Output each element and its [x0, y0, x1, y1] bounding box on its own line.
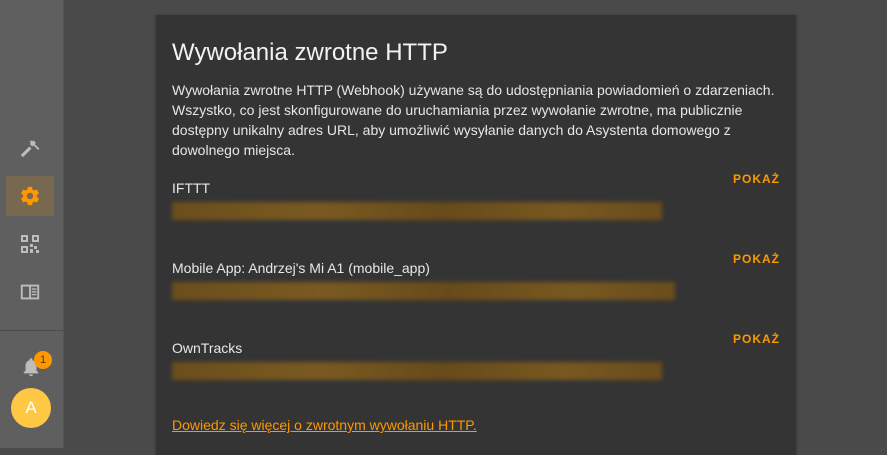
sidebar-item-qr[interactable]	[6, 224, 54, 264]
webhook-name: OwnTracks	[172, 340, 243, 356]
show-url-button[interactable]: POKAŻ	[733, 252, 780, 266]
sidebar-item-developer-tools[interactable]	[6, 128, 54, 168]
webhook-name: IFTTT	[172, 180, 211, 196]
learn-more-link[interactable]: Dowiedz się więcej o zwrotnym wywołaniu …	[172, 417, 477, 433]
sidebar: 1 A	[0, 0, 64, 448]
card-title: Wywołania zwrotne HTTP	[172, 39, 448, 66]
webhook-url-redacted	[172, 282, 675, 300]
card-description: Wywołania zwrotne HTTP (Webhook) używane…	[172, 82, 775, 158]
gear-icon	[21, 186, 39, 206]
webhook-url-redacted	[172, 202, 662, 220]
sidebar-item-settings[interactable]	[6, 176, 54, 216]
notifications-badge: 1	[34, 351, 52, 369]
sidebar-item-logbook[interactable]	[6, 272, 54, 312]
hammer-icon	[20, 140, 40, 158]
webhooks-card: Wywołania zwrotne HTTP Wywołania zwrotne…	[156, 15, 796, 455]
webhook-url-redacted	[172, 362, 662, 380]
sidebar-divider	[0, 330, 63, 331]
user-avatar[interactable]: A	[11, 388, 51, 428]
qr-code-icon	[21, 235, 39, 253]
show-url-button[interactable]: POKAŻ	[733, 332, 780, 346]
show-url-button[interactable]: POKAŻ	[733, 172, 780, 186]
book-open-icon	[20, 284, 40, 300]
webhook-name: Mobile App: Andrzej's Mi A1 (mobile_app)	[172, 260, 430, 276]
